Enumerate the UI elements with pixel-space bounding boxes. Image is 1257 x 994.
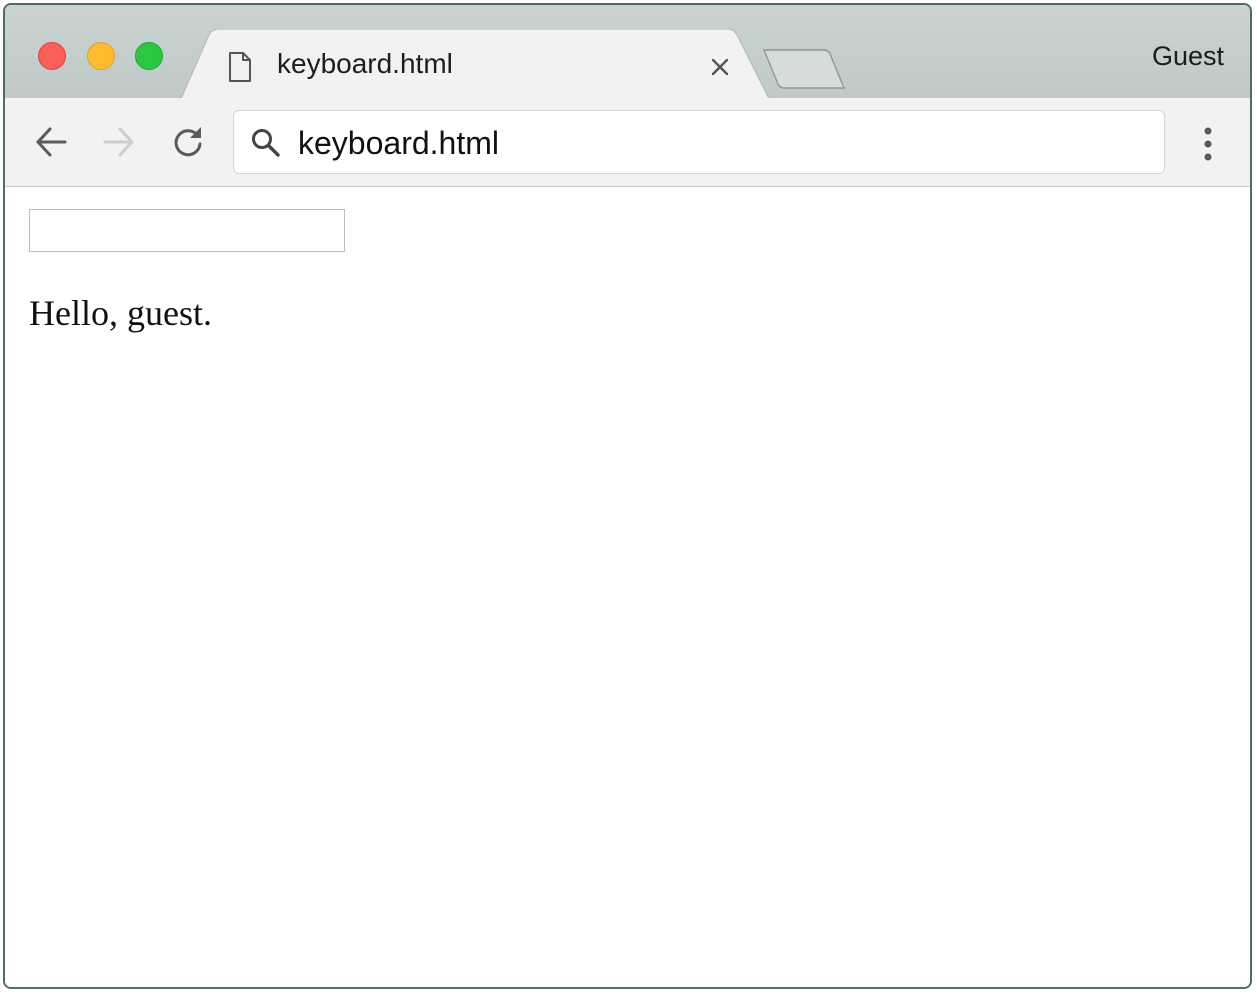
toolbar: keyboard.html [5,98,1250,187]
close-window-button[interactable] [38,42,66,70]
tab-title: keyboard.html [277,48,453,79]
arrow-right-icon[interactable] [101,124,137,160]
search-icon [252,129,280,157]
title-bar: keyboard.html Guest [5,5,1250,99]
address-text: keyboard.html [298,125,499,161]
arrow-left-icon[interactable] [33,124,69,160]
greeting-text: Hello, guest. [29,293,212,333]
minimize-window-button[interactable] [87,42,115,70]
new-tab-icon[interactable] [762,48,846,90]
address-bar[interactable]: keyboard.html [233,110,1165,174]
name-input[interactable] [29,209,345,252]
browser-window: keyboard.html Guest keyboard.html Hello,… [3,3,1252,989]
profile-button[interactable]: Guest [1152,41,1224,72]
reload-icon[interactable] [170,124,206,160]
close-icon[interactable] [709,56,731,78]
page-content: Hello, guest. [5,187,1250,987]
zoom-window-button[interactable] [135,42,163,70]
vertical-dots-icon[interactable] [1193,124,1223,164]
tab-keyboard-html[interactable]: keyboard.html [181,29,775,99]
document-icon [229,52,251,82]
